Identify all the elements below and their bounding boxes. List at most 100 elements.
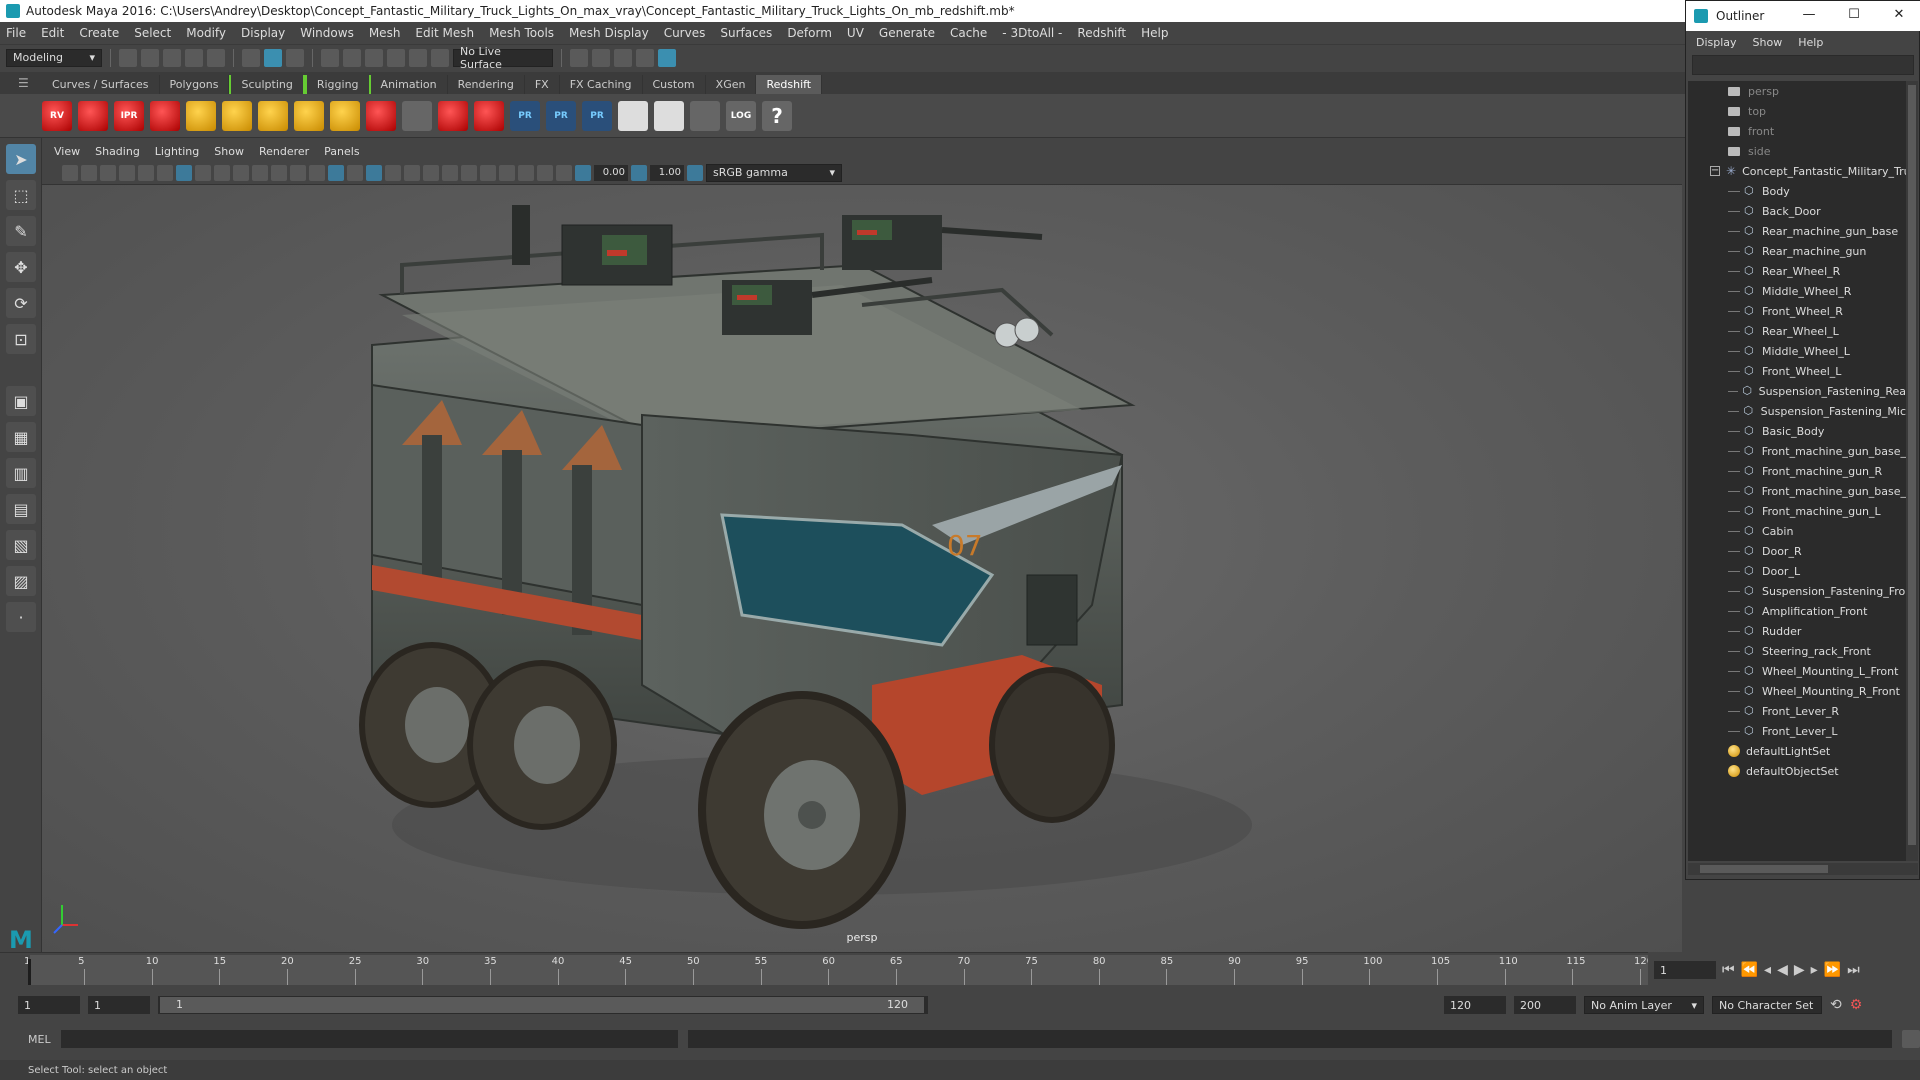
gamma-field[interactable]: 1.00 — [650, 164, 684, 181]
redshift-spot-light-icon[interactable] — [258, 100, 288, 131]
end-time-field[interactable]: 200 — [1514, 996, 1576, 1014]
redshift-light-portal-icon[interactable] — [186, 100, 216, 131]
grease-pencil-icon[interactable] — [157, 164, 173, 181]
step-forward-key-icon[interactable]: ⏩ — [1824, 962, 1841, 978]
redshift-script-icon[interactable] — [690, 100, 720, 131]
outliner-item[interactable]: ⬡ Front_machine_gun_base_ — [1688, 481, 1906, 501]
open-scene-icon[interactable] — [141, 48, 159, 67]
ambient-occlusion-icon[interactable] — [423, 164, 439, 181]
move-tool-icon[interactable]: ✥ — [6, 252, 36, 282]
select-hierarchy-icon[interactable] — [242, 48, 260, 67]
shelf-tab-animation[interactable]: Animation — [371, 75, 448, 94]
render-settings-icon[interactable] — [570, 48, 588, 67]
outliner-item[interactable]: − ✳ Concept_Fantastic_Military_Tru — [1688, 161, 1906, 181]
redshift-area-light-icon[interactable] — [222, 100, 252, 131]
grid-icon[interactable] — [176, 164, 192, 181]
resolution-gate-icon[interactable] — [214, 164, 230, 181]
image-plane-icon[interactable] — [119, 164, 135, 181]
snap-grid-icon[interactable] — [321, 48, 339, 67]
exposure-field[interactable]: 0.00 — [594, 164, 628, 181]
outliner-scrollbar[interactable] — [1906, 81, 1918, 861]
xray-components-icon[interactable] — [556, 164, 572, 181]
layout-graph-icon[interactable]: ▧ — [6, 530, 36, 560]
step-forward-frame-icon[interactable]: ▸ — [1811, 962, 1818, 978]
layout-single-icon[interactable]: ▣ — [6, 386, 36, 416]
redshift-material-icon[interactable] — [438, 100, 468, 131]
anti-aliasing-icon[interactable] — [461, 164, 477, 181]
paint-select-icon[interactable]: ✎ — [6, 216, 36, 246]
auto-key-icon[interactable]: ⟲ — [1830, 997, 1842, 1013]
redshift-sun-sky-icon[interactable] — [330, 100, 360, 131]
menu-redshift[interactable]: Redshift — [1077, 26, 1126, 40]
outliner-item[interactable]: ⬡ Door_R — [1688, 541, 1906, 561]
live-surface-field[interactable]: No Live Surface — [453, 45, 553, 71]
ipr-render-icon[interactable] — [614, 48, 632, 67]
shelf-tab-xgen[interactable]: XGen — [706, 75, 757, 94]
help-icon[interactable]: ? — [762, 100, 792, 131]
layout-custom-icon[interactable]: ▨ — [6, 566, 36, 596]
h-scrollbar-thumb[interactable] — [1700, 865, 1828, 873]
shelf-tab-polygons[interactable]: Polygons — [160, 75, 230, 94]
rotate-tool-icon[interactable]: ⟳ — [6, 288, 36, 318]
menu-select[interactable]: Select — [134, 26, 171, 40]
outliner-item[interactable]: top — [1688, 101, 1906, 121]
redshift-sphere-icon[interactable] — [474, 100, 504, 131]
save-scene-icon[interactable] — [163, 48, 181, 67]
shelf-tab-fx[interactable]: FX — [525, 75, 560, 94]
maximize-icon[interactable]: ☐ — [1846, 7, 1862, 22]
redshift-rv-icon[interactable]: RV — [42, 100, 72, 131]
redshift-env-icon-2[interactable] — [654, 100, 684, 131]
time-ruler[interactable]: 1510152025303540455055606570758085909510… — [24, 955, 1653, 985]
outliner-search-input[interactable] — [1692, 55, 1914, 75]
outliner-menu-help[interactable]: Help — [1798, 36, 1823, 49]
menu-set-dropdown[interactable]: Modeling ▾ — [6, 48, 102, 67]
bookmark-icon[interactable] — [100, 164, 116, 181]
outliner-item[interactable]: ⬡ Front_Lever_L — [1688, 721, 1906, 741]
safe-title-icon[interactable] — [290, 164, 306, 181]
outliner-item[interactable]: ⬡ Wheel_Mounting_L_Front — [1688, 661, 1906, 681]
range-bar[interactable]: 1 120 — [158, 996, 928, 1014]
panel-menu-view[interactable]: View — [54, 145, 80, 158]
outliner-item[interactable]: ⬡ Front_Lever_R — [1688, 701, 1906, 721]
color-management-icon[interactable] — [687, 164, 703, 181]
undo-icon[interactable] — [185, 48, 203, 67]
outliner-item[interactable]: ⬡ Cabin — [1688, 521, 1906, 541]
redshift-log-icon[interactable]: LOG — [726, 100, 756, 131]
time-slider[interactable]: 1510152025303540455055606570758085909510… — [0, 952, 1685, 988]
menu-mesh-tools[interactable]: Mesh Tools — [489, 26, 554, 40]
outliner-item[interactable]: ⬡ Front_Wheel_R — [1688, 301, 1906, 321]
menu-curves[interactable]: Curves — [664, 26, 706, 40]
new-scene-icon[interactable] — [119, 48, 137, 67]
redshift-pr-icon-2[interactable]: PR — [546, 100, 576, 131]
snap-surface-icon[interactable] — [409, 48, 427, 67]
redshift-proxy-icon[interactable] — [366, 100, 396, 131]
play-backwards-icon[interactable]: ◀ — [1777, 962, 1788, 978]
panel-menu-panels[interactable]: Panels — [324, 145, 359, 158]
outliner-menu-show[interactable]: Show — [1753, 36, 1783, 49]
select-object-icon[interactable] — [264, 48, 282, 67]
menu-mesh[interactable]: Mesh — [369, 26, 401, 40]
menu-uv[interactable]: UV — [847, 26, 864, 40]
command-input[interactable] — [60, 1030, 678, 1048]
field-chart-icon[interactable] — [252, 164, 268, 181]
redshift-env-icon-1[interactable] — [618, 100, 648, 131]
panel-menu-show[interactable]: Show — [214, 145, 244, 158]
exposure-icon[interactable] — [575, 164, 591, 181]
minimize-icon[interactable]: — — [1801, 7, 1817, 22]
current-time-marker[interactable] — [28, 959, 31, 985]
outliner-item[interactable]: side — [1688, 141, 1906, 161]
snap-point-icon[interactable] — [365, 48, 383, 67]
menu-file[interactable]: File — [6, 26, 26, 40]
menu-modify[interactable]: Modify — [186, 26, 226, 40]
layout-two-icon[interactable]: ▥ — [6, 458, 36, 488]
outliner-item[interactable]: ⬡ Rear_Wheel_L — [1688, 321, 1906, 341]
outliner-item[interactable]: ⬡ Front_machine_gun_R — [1688, 461, 1906, 481]
panel-menu-renderer[interactable]: Renderer — [259, 145, 309, 158]
menu-edit-mesh[interactable]: Edit Mesh — [415, 26, 474, 40]
select-component-icon[interactable] — [286, 48, 304, 67]
step-back-frame-icon[interactable]: ◂ — [1764, 962, 1771, 978]
shelf-tab-rendering[interactable]: Rendering — [448, 75, 525, 94]
outliner-item[interactable]: ⬡ Rudder — [1688, 621, 1906, 641]
step-back-key-icon[interactable]: ⏪ — [1741, 962, 1758, 978]
render-view-icon[interactable] — [636, 48, 654, 67]
